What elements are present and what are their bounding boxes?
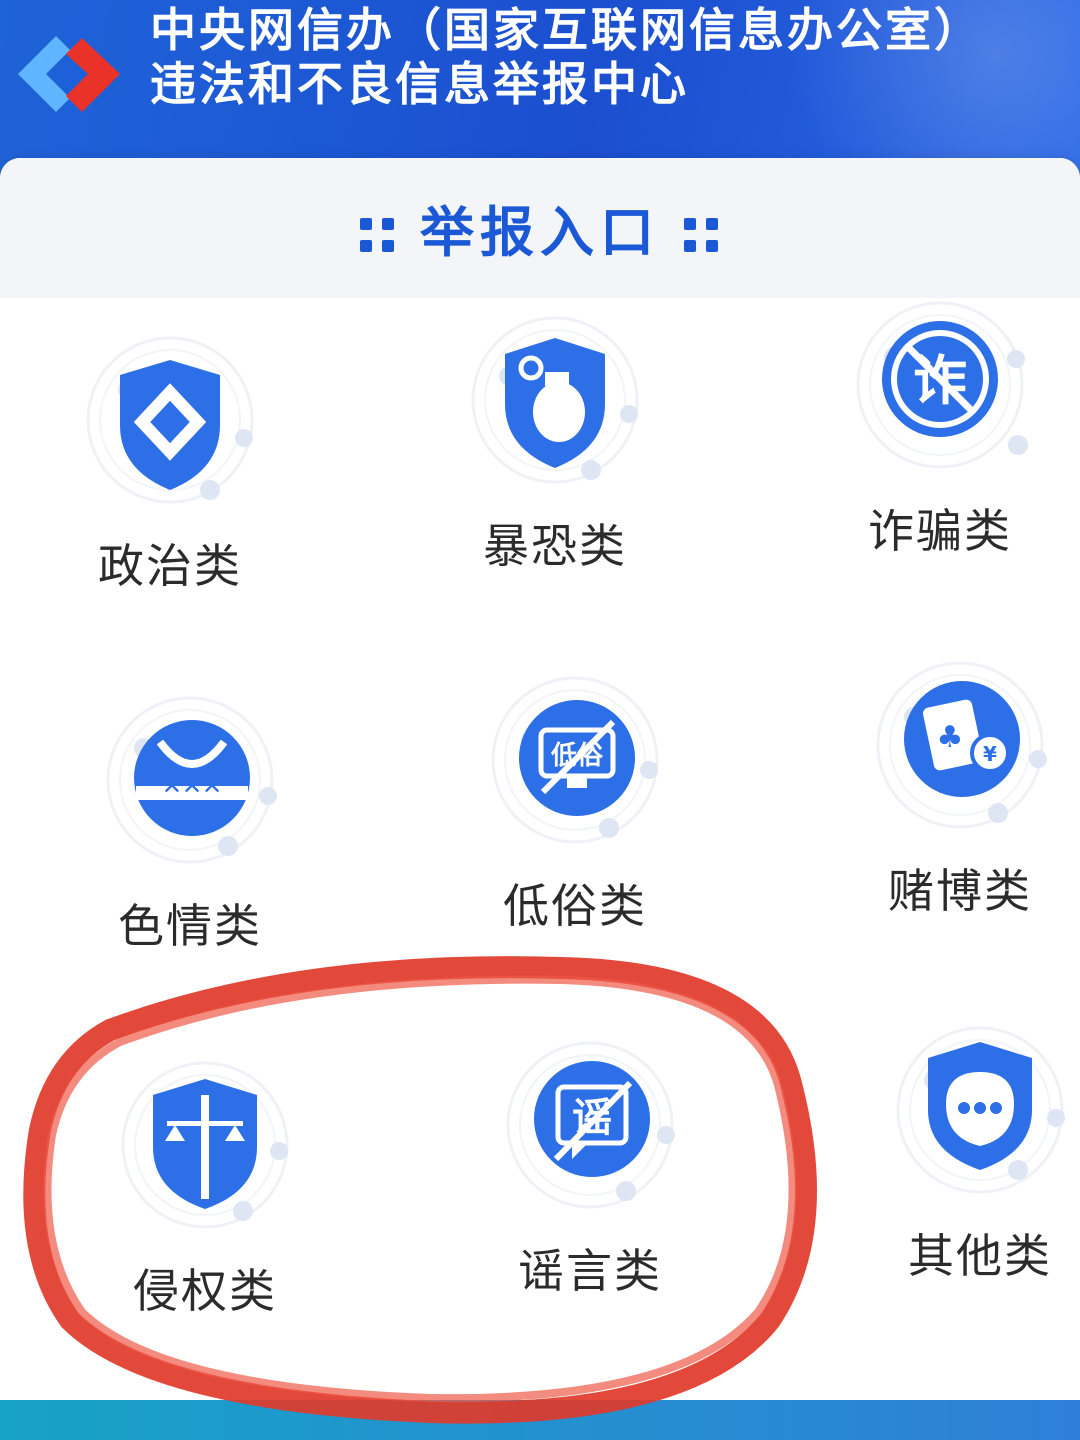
svg-text:✕✕✕: ✕✕✕ — [162, 772, 222, 800]
category-terror[interactable]: 暴恐类 — [425, 310, 685, 590]
section-header: 举报入口 — [0, 158, 1080, 298]
category-label: 色情类 — [118, 899, 262, 953]
other-shield-icon — [896, 1026, 1065, 1194]
category-label: 其他类 — [908, 1229, 1052, 1283]
svg-text:♣: ♣ — [937, 720, 964, 755]
category-gambling[interactable]: ♣ ¥ 赌博类 — [830, 655, 1080, 935]
category-label: 低俗类 — [503, 879, 647, 933]
category-rumor[interactable]: 谣 谣言类 — [460, 1035, 720, 1315]
dots-decoration-icon — [684, 218, 720, 254]
category-label: 政治类 — [98, 539, 242, 593]
bottom-background — [0, 1400, 1080, 1440]
no-rumor-icon: 谣 — [506, 1041, 675, 1209]
category-fraud[interactable]: 诈 诈骗类 — [810, 295, 1070, 575]
category-porn[interactable]: ✕✕✕ 色情类 — [60, 690, 320, 970]
no-fraud-icon: 诈 — [856, 301, 1028, 469]
category-label: 赌博类 — [888, 864, 1032, 918]
dots-decoration-icon — [360, 218, 396, 254]
svg-text:¥: ¥ — [983, 742, 997, 766]
section-title: 举报入口 — [0, 188, 1080, 267]
category-label: 侵权类 — [133, 1264, 277, 1318]
grenade-shield-icon — [471, 316, 639, 484]
category-infringement[interactable]: 侵权类 — [75, 1055, 335, 1335]
shield-diamond-icon — [86, 336, 254, 504]
category-vulgar[interactable]: 低俗 低俗类 — [445, 670, 705, 950]
category-label: 暴恐类 — [483, 519, 627, 573]
scales-shield-icon — [121, 1061, 289, 1229]
pornography-icon: ✕✕✕ — [106, 696, 277, 864]
gambling-cards-icon: ♣ ¥ — [876, 661, 1047, 829]
category-politics[interactable]: 政治类 — [40, 330, 300, 610]
header-title-line2: 违法和不良信息举报中心 — [150, 57, 689, 111]
report-center-logo-icon — [18, 36, 120, 112]
category-other[interactable]: 其他类 — [850, 1020, 1080, 1300]
category-label: 诈骗类 — [868, 504, 1012, 558]
vulgar-monitor-icon: 低俗 — [491, 676, 659, 844]
category-label: 谣言类 — [518, 1244, 662, 1298]
